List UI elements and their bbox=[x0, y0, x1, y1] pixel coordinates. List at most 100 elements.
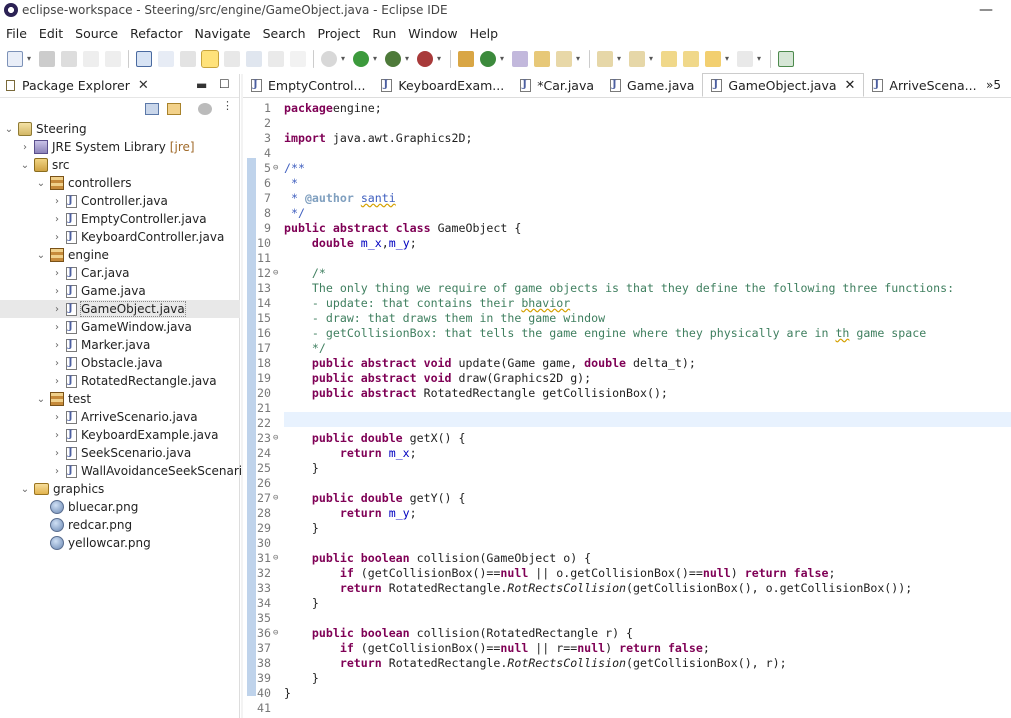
previous-annotation-icon[interactable] bbox=[629, 51, 645, 67]
chevron-right-icon[interactable]: › bbox=[52, 340, 62, 351]
coverage-icon[interactable] bbox=[385, 51, 401, 67]
next-annotation-icon[interactable] bbox=[597, 51, 613, 67]
toggle-mark-occurrences-icon[interactable] bbox=[180, 51, 196, 67]
chevron-right-icon[interactable]: › bbox=[52, 232, 62, 243]
editor-tab[interactable]: ArriveScena... bbox=[864, 73, 984, 97]
fold-toggle-icon[interactable]: ⊖ bbox=[273, 431, 278, 446]
show-whitespace-icon[interactable] bbox=[268, 51, 284, 67]
tree-item[interactable]: › WallAvoidanceSeekScenario. bbox=[0, 462, 253, 480]
chevron-right-icon[interactable]: › bbox=[52, 196, 62, 207]
code-line[interactable]: */ bbox=[284, 206, 305, 221]
editor-tab[interactable]: Game.java bbox=[602, 73, 702, 97]
tree-item[interactable]: › GameWindow.java bbox=[0, 318, 240, 336]
tabs-overflow-button[interactable]: »5 bbox=[986, 78, 1001, 92]
external-tools-icon[interactable] bbox=[417, 51, 433, 67]
code-line[interactable]: - update: that contains their bhavior bbox=[284, 296, 570, 311]
pen-dropdown-icon[interactable]: ▾ bbox=[576, 51, 584, 67]
chevron-right-icon[interactable]: › bbox=[52, 376, 62, 387]
code-line[interactable]: public double getX() { bbox=[284, 431, 466, 446]
chevron-right-icon[interactable]: › bbox=[52, 322, 62, 333]
fold-toggle-icon[interactable]: ⊖ bbox=[273, 626, 278, 641]
fold-toggle-icon[interactable]: ⊖ bbox=[273, 491, 278, 506]
minimize-view-icon[interactable]: ▬ bbox=[196, 78, 207, 92]
chevron-down-icon[interactable]: ⌄ bbox=[36, 250, 46, 261]
code-line[interactable]: public boolean collision(GameObject o) { bbox=[284, 551, 591, 566]
last-edit-location-icon[interactable] bbox=[661, 51, 677, 67]
tree-item[interactable]: › Marker.java bbox=[0, 336, 240, 354]
chevron-down-icon[interactable]: ⌄ bbox=[36, 394, 46, 405]
code-line[interactable]: public boolean collision(RotatedRectangl… bbox=[284, 626, 633, 641]
coverage-dropdown-icon[interactable]: ▾ bbox=[405, 51, 413, 67]
open-perspective-icon[interactable] bbox=[778, 51, 794, 67]
code-line[interactable]: - getCollisionBox: that tells the game e… bbox=[284, 326, 926, 341]
tree-item[interactable]: ⌄ test bbox=[0, 390, 240, 408]
menu-window[interactable]: Window bbox=[402, 26, 463, 41]
tree-item[interactable]: ⌄ engine bbox=[0, 246, 240, 264]
forward-icon[interactable] bbox=[737, 51, 753, 67]
chevron-right-icon[interactable]: › bbox=[52, 358, 62, 369]
maximize-view-icon[interactable]: ☐ bbox=[219, 77, 230, 91]
chevron-down-icon[interactable]: ⌄ bbox=[36, 178, 46, 189]
tree-item[interactable]: ⌄ graphics bbox=[0, 480, 240, 498]
tree-item[interactable]: › RotatedRectangle.java bbox=[0, 372, 240, 390]
code-line[interactable]: } bbox=[284, 521, 319, 536]
redo-icon[interactable] bbox=[105, 51, 121, 67]
undo-icon[interactable] bbox=[83, 51, 99, 67]
tree-item[interactable]: › Obstacle.java bbox=[0, 354, 240, 372]
code-line[interactable]: return RotatedRectangle.RotRectsCollisio… bbox=[284, 581, 912, 596]
code-line[interactable]: double m_x,m_y; bbox=[284, 236, 417, 251]
tree-item[interactable]: › KeyboardController.java bbox=[0, 228, 240, 246]
search-icon[interactable] bbox=[158, 51, 174, 67]
code-line[interactable]: */ bbox=[284, 341, 326, 356]
tree-item[interactable]: redcar.png bbox=[0, 516, 240, 534]
code-line[interactable]: import java.awt.Graphics2D; bbox=[284, 131, 472, 146]
close-icon[interactable]: ✕ bbox=[138, 78, 149, 93]
code-line[interactable]: } bbox=[284, 671, 319, 686]
chevron-right-icon[interactable]: › bbox=[52, 448, 62, 459]
fold-toggle-icon[interactable]: ⊖ bbox=[273, 161, 278, 176]
tree-item[interactable]: › JRE System Library [jre] bbox=[0, 138, 240, 156]
menu-run[interactable]: Run bbox=[366, 26, 402, 41]
menu-edit[interactable]: Edit bbox=[33, 26, 69, 41]
menu-source[interactable]: Source bbox=[69, 26, 124, 41]
terminal-icon[interactable] bbox=[136, 51, 152, 67]
highlight-icon[interactable] bbox=[201, 50, 219, 68]
code-line[interactable]: * @author santi bbox=[284, 191, 396, 206]
new-package-icon[interactable] bbox=[458, 51, 474, 67]
new-class-icon[interactable] bbox=[480, 51, 496, 67]
chevron-right-icon[interactable]: › bbox=[20, 142, 30, 153]
code-line[interactable]: public abstract class GameObject { bbox=[284, 221, 521, 236]
close-icon[interactable]: ✕ bbox=[845, 78, 856, 93]
code-line[interactable]: /** bbox=[284, 161, 305, 176]
code-line[interactable]: public abstract void update(Game game, d… bbox=[284, 356, 696, 371]
tree-item[interactable]: yellowcar.png bbox=[0, 534, 240, 552]
filters-icon[interactable] bbox=[198, 103, 212, 115]
tree-item[interactable]: bluecar.png bbox=[0, 498, 240, 516]
code-line[interactable]: } bbox=[284, 686, 291, 701]
chevron-right-icon[interactable]: › bbox=[52, 466, 62, 477]
fold-toggle-icon[interactable]: ⊖ bbox=[273, 266, 278, 281]
menu-project[interactable]: Project bbox=[312, 26, 367, 41]
editor-tab[interactable]: KeyboardExam... bbox=[373, 73, 512, 97]
forward-dropdown-icon[interactable]: ▾ bbox=[757, 51, 765, 67]
code-line[interactable]: packageengine; bbox=[284, 101, 382, 116]
fold-toggle-icon[interactable]: ⊖ bbox=[273, 551, 278, 566]
back-icon[interactable] bbox=[705, 51, 721, 67]
link-with-editor-icon[interactable] bbox=[167, 103, 181, 115]
open-type-icon[interactable] bbox=[512, 51, 528, 67]
tree-item[interactable]: › EmptyController.java bbox=[0, 210, 240, 228]
menu-refactor[interactable]: Refactor bbox=[124, 26, 188, 41]
tree-item[interactable]: › SeekScenario.java bbox=[0, 444, 240, 462]
minimize-button[interactable]: — bbox=[979, 2, 993, 18]
new-icon[interactable] bbox=[7, 51, 23, 67]
new-dropdown-icon[interactable]: ▾ bbox=[27, 51, 35, 67]
new-class-dropdown-icon[interactable]: ▾ bbox=[500, 51, 508, 67]
tree-item[interactable]: › Controller.java bbox=[0, 192, 240, 210]
chevron-down-icon[interactable]: ⌄ bbox=[20, 484, 30, 495]
code-line[interactable]: /* bbox=[284, 266, 326, 281]
code-line[interactable]: return RotatedRectangle.RotRectsCollisio… bbox=[284, 656, 787, 671]
code-line[interactable]: public abstract void draw(Graphics2D g); bbox=[284, 371, 591, 386]
code-line[interactable]: return m_x; bbox=[284, 446, 417, 461]
menu-help[interactable]: Help bbox=[464, 26, 505, 41]
code-line[interactable]: } bbox=[284, 596, 319, 611]
